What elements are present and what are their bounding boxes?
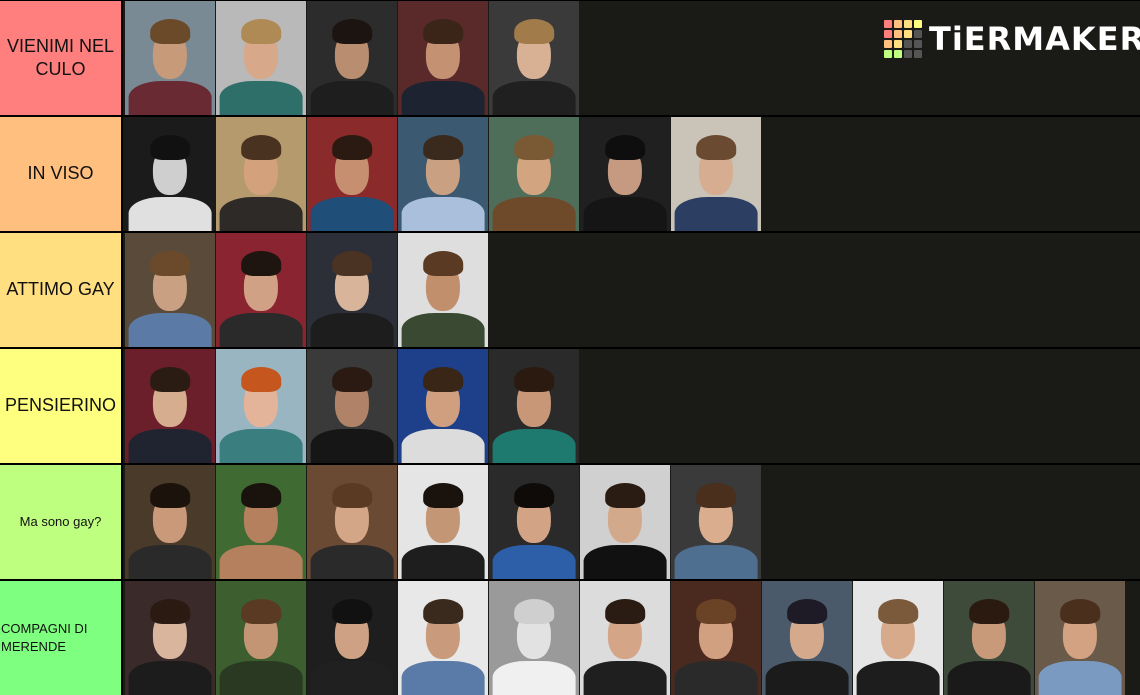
tier-row: IN VISO	[0, 117, 1140, 231]
tier-item-photo[interactable]	[580, 117, 670, 231]
tier-item-photo[interactable]	[489, 465, 579, 579]
tier-item-photo[interactable]	[489, 349, 579, 463]
tier-item-photo[interactable]	[216, 1, 306, 115]
tier-items	[123, 465, 1140, 579]
tier-items	[123, 117, 1140, 231]
tier-item-photo[interactable]	[307, 349, 397, 463]
tier-item-photo[interactable]	[398, 1, 488, 115]
tier-item-photo[interactable]	[125, 581, 215, 695]
tier-label[interactable]: COMPAGNI DI MERENDE	[0, 581, 123, 695]
tier-row: Ma sono gay?	[0, 465, 1140, 579]
tier-item-photo[interactable]	[671, 465, 761, 579]
tier-item-photo[interactable]	[125, 233, 215, 347]
tier-item-photo[interactable]	[398, 233, 488, 347]
tier-items	[123, 349, 1140, 463]
tier-item-photo[interactable]	[216, 465, 306, 579]
tiermaker-logo[interactable]: TiERMAKER	[884, 20, 1140, 58]
tier-item-photo[interactable]	[307, 233, 397, 347]
tier-item-photo[interactable]	[125, 349, 215, 463]
tier-item-photo[interactable]	[580, 581, 670, 695]
tier-item-photo[interactable]	[671, 117, 761, 231]
tier-item-photo[interactable]	[580, 465, 670, 579]
tier-item-photo[interactable]	[307, 1, 397, 115]
tier-item-photo[interactable]	[489, 1, 579, 115]
tier-item-photo[interactable]	[216, 233, 306, 347]
tier-label[interactable]: PENSIERINO	[0, 349, 123, 463]
tier-item-photo[interactable]	[125, 1, 215, 115]
tier-row: COMPAGNI DI MERENDE	[0, 581, 1140, 695]
tier-item-photo[interactable]	[489, 581, 579, 695]
tier-item-photo[interactable]	[307, 465, 397, 579]
tier-item-photo[interactable]	[762, 581, 852, 695]
tier-items	[123, 1, 1140, 115]
tier-item-photo[interactable]	[216, 349, 306, 463]
tier-item-photo[interactable]	[398, 465, 488, 579]
tier-label[interactable]: Ma sono gay?	[0, 465, 123, 579]
tier-item-photo[interactable]	[671, 581, 761, 695]
tier-item-photo[interactable]	[125, 465, 215, 579]
tier-label[interactable]: IN VISO	[0, 117, 123, 231]
tier-row: VIENIMI NEL CULO	[0, 1, 1140, 115]
tier-items	[123, 581, 1140, 695]
tier-item-photo[interactable]	[944, 581, 1034, 695]
tier-item-photo[interactable]	[489, 117, 579, 231]
tier-item-photo[interactable]	[125, 117, 215, 231]
tier-row: ATTIMO GAY	[0, 233, 1140, 347]
tier-label[interactable]: VIENIMI NEL CULO	[0, 1, 123, 115]
tier-item-photo[interactable]	[216, 581, 306, 695]
tier-item-photo[interactable]	[398, 349, 488, 463]
logo-grid-icon	[884, 20, 922, 58]
tier-item-photo[interactable]	[853, 581, 943, 695]
tier-item-photo[interactable]	[307, 581, 397, 695]
tier-list-board: VIENIMI NEL CULO IN VISO ATTIMO GAY PENSIER…	[0, 0, 1140, 695]
logo-text: TiERMAKER	[929, 20, 1140, 58]
tier-row: PENSIERINO	[0, 349, 1140, 463]
tier-item-photo[interactable]	[307, 117, 397, 231]
tier-item-photo[interactable]	[398, 581, 488, 695]
tier-item-photo[interactable]	[216, 117, 306, 231]
tier-items	[123, 233, 1140, 347]
tier-item-photo[interactable]	[1035, 581, 1125, 695]
tier-label[interactable]: ATTIMO GAY	[0, 233, 123, 347]
tier-item-photo[interactable]	[398, 117, 488, 231]
